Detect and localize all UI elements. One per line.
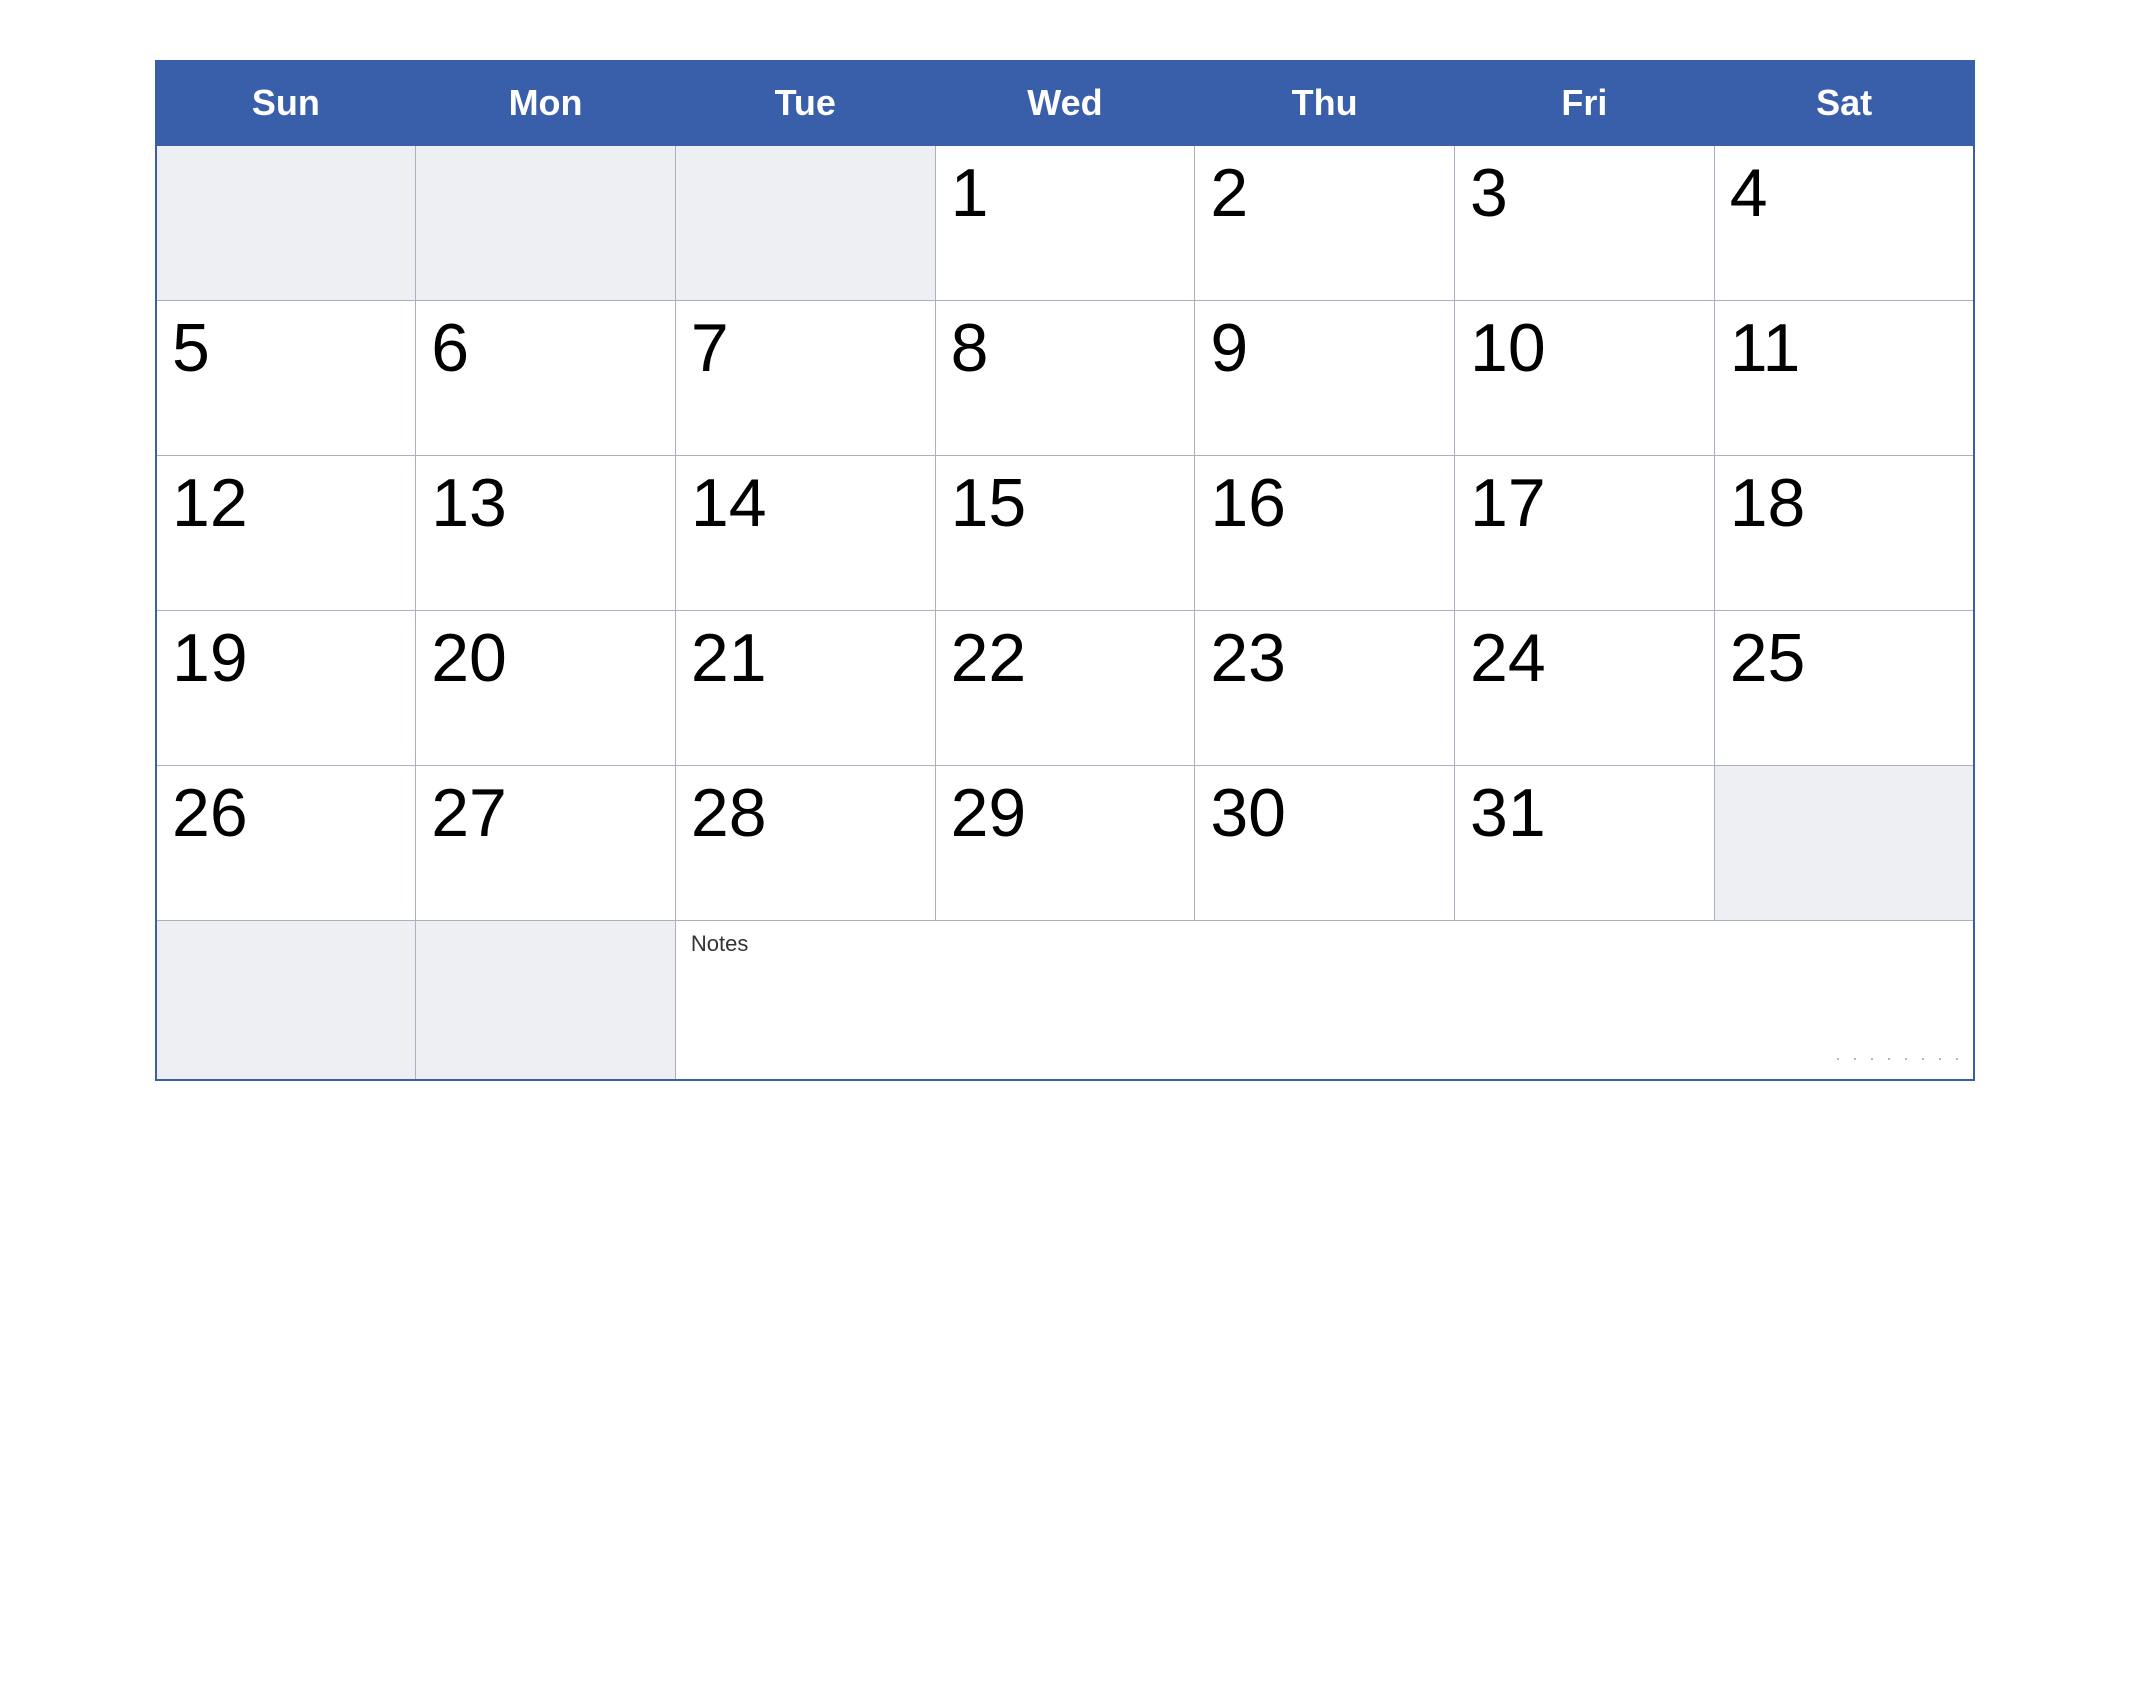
notes-row: Notes · · · · · · · · [156, 920, 1974, 1080]
day-number: 10 [1470, 310, 1546, 386]
calendar-cell[interactable] [675, 145, 935, 300]
calendar-cell[interactable]: 26 [156, 765, 416, 920]
day-number: 17 [1470, 465, 1546, 541]
day-number: 2 [1210, 155, 1248, 231]
calendar-cell[interactable]: 25 [1714, 610, 1974, 765]
calendar-week-3: 12 13 14 15 16 17 18 [156, 455, 1974, 610]
calendar-cell[interactable] [156, 145, 416, 300]
calendar-cell[interactable]: 1 [935, 145, 1195, 300]
weekday-header-sun: Sun [156, 61, 416, 145]
calendar-cell[interactable]: 9 [1195, 300, 1455, 455]
calendar-week-1: 1 2 3 4 [156, 145, 1974, 300]
day-number: 21 [691, 620, 767, 696]
day-number: 19 [172, 620, 248, 696]
calendar-cell[interactable]: 2 [1195, 145, 1455, 300]
calendar-cell[interactable]: 18 [1714, 455, 1974, 610]
day-number: 20 [431, 620, 507, 696]
calendar-cell[interactable]: 13 [416, 455, 676, 610]
day-number: 12 [172, 465, 248, 541]
notes-dots: · · · · · · · · [1835, 1048, 1963, 1069]
calendar-cell[interactable]: 8 [935, 300, 1195, 455]
calendar-table: SunMonTueWedThuFriSat 123456789101112131… [155, 60, 1975, 1081]
day-number: 27 [431, 775, 507, 851]
day-number: 18 [1730, 465, 1806, 541]
day-number: 8 [951, 310, 989, 386]
calendar-week-5: 26 27 28 29 30 31 [156, 765, 1974, 920]
weekday-header-row: SunMonTueWedThuFriSat [156, 61, 1974, 145]
day-number: 5 [172, 310, 210, 386]
calendar-cell[interactable]: 20 [416, 610, 676, 765]
calendar-cell[interactable]: 5 [156, 300, 416, 455]
day-number: 13 [431, 465, 507, 541]
weekday-header-tue: Tue [675, 61, 935, 145]
calendar-cell[interactable]: 21 [675, 610, 935, 765]
weekday-header-fri: Fri [1455, 61, 1715, 145]
calendar-cell[interactable] [416, 145, 676, 300]
calendar-cell[interactable]: 22 [935, 610, 1195, 765]
calendar-cell[interactable]: 7 [675, 300, 935, 455]
calendar-cell[interactable]: 24 [1455, 610, 1715, 765]
notes-empty-cell [156, 920, 416, 1080]
calendar-week-2: 5 6 7 8 9 10 11 [156, 300, 1974, 455]
day-number: 1 [951, 155, 989, 231]
weekday-header-sat: Sat [1714, 61, 1974, 145]
weekday-header-thu: Thu [1195, 61, 1455, 145]
calendar-cell[interactable]: 6 [416, 300, 676, 455]
weekday-header-mon: Mon [416, 61, 676, 145]
calendar-cell[interactable]: 12 [156, 455, 416, 610]
day-number: 14 [691, 465, 767, 541]
day-number: 6 [431, 310, 469, 386]
calendar-cell[interactable]: 3 [1455, 145, 1715, 300]
notes-label: Notes [691, 931, 1958, 957]
calendar-cell[interactable]: 23 [1195, 610, 1455, 765]
notes-cell[interactable]: Notes · · · · · · · · [675, 920, 1974, 1080]
calendar-cell[interactable]: 11 [1714, 300, 1974, 455]
day-number: 28 [691, 775, 767, 851]
calendar-cell[interactable]: 10 [1455, 300, 1715, 455]
calendar-week-4: 19 20 21 22 23 24 25 [156, 610, 1974, 765]
calendar-cell[interactable]: 28 [675, 765, 935, 920]
calendar-cell[interactable]: 17 [1455, 455, 1715, 610]
calendar-cell[interactable]: 31 [1455, 765, 1715, 920]
day-number: 15 [951, 465, 1027, 541]
day-number: 30 [1210, 775, 1286, 851]
day-number: 11 [1730, 310, 1801, 386]
calendar-cell[interactable] [1714, 765, 1974, 920]
day-number: 23 [1210, 620, 1286, 696]
day-number: 3 [1470, 155, 1508, 231]
calendar-cell[interactable]: 29 [935, 765, 1195, 920]
calendar-cell[interactable]: 15 [935, 455, 1195, 610]
calendar-cell[interactable]: 16 [1195, 455, 1455, 610]
calendar-cell[interactable]: 14 [675, 455, 935, 610]
calendar-cell[interactable]: 19 [156, 610, 416, 765]
day-number: 29 [951, 775, 1027, 851]
day-number: 4 [1730, 155, 1768, 231]
notes-empty-cell [416, 920, 676, 1080]
day-number: 16 [1210, 465, 1286, 541]
weekday-header-wed: Wed [935, 61, 1195, 145]
day-number: 26 [172, 775, 248, 851]
day-number: 31 [1470, 775, 1546, 851]
day-number: 25 [1730, 620, 1806, 696]
day-number: 9 [1210, 310, 1248, 386]
calendar-cell[interactable]: 4 [1714, 145, 1974, 300]
calendar-container: SunMonTueWedThuFriSat 123456789101112131… [115, 20, 2015, 1101]
day-number: 7 [691, 310, 729, 386]
day-number: 24 [1470, 620, 1546, 696]
calendar-cell[interactable]: 30 [1195, 765, 1455, 920]
day-number: 22 [951, 620, 1027, 696]
calendar-cell[interactable]: 27 [416, 765, 676, 920]
